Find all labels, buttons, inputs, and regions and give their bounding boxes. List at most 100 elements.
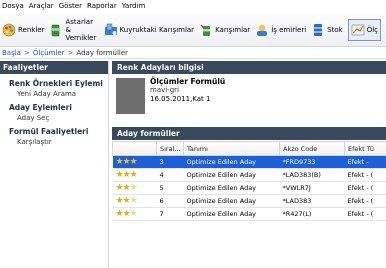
queue-icon — [104, 23, 118, 37]
star-icon: ★ — [115, 196, 124, 206]
info-title: Ölçümler Formülü — [150, 77, 226, 86]
toolbar: Renkler Astarlar & Vernikler Kuyruktaki … — [0, 13, 386, 47]
effect-type-cell: Efekt - ( — [344, 207, 386, 221]
star-icon: ★ — [129, 183, 138, 193]
rating-stars-icon: ★★★ — [115, 170, 138, 180]
candidate-info: Ölçümler Formülü mavi-gri 16.05.2011,Kat… — [112, 74, 386, 127]
akzo-code-cell: *VWLR7J — [279, 181, 345, 195]
stock-icon — [311, 23, 325, 37]
renkler-button[interactable]: Renkler — [2, 19, 44, 41]
star-icon: ★ — [122, 196, 131, 206]
mix-icon — [199, 23, 213, 37]
effect-type-cell: Efekt - ( — [344, 168, 386, 182]
table-row[interactable]: ★★★ 5 Optimize Edilen Aday *VWLR7J Efekt - ( — [112, 181, 386, 195]
description-cell: Optimize Edilen Aday — [183, 155, 280, 169]
karisimlar-label: Karışımlar — [215, 25, 251, 34]
table-row[interactable]: ★★★ 4 Optimize Edilen Aday *LAD383(B) Efekt … — [112, 168, 386, 182]
rating-cell: ★★★ — [112, 181, 157, 195]
description-cell: Optimize Edilen Aday — [183, 207, 280, 221]
rating-stars-icon: ★★★ — [115, 157, 138, 167]
akzo-code-cell: *FRD9733 — [279, 155, 345, 169]
can-icon — [49, 23, 63, 37]
rating-stars-icon: ★★★ — [115, 196, 138, 206]
stok-button[interactable]: Stok — [311, 19, 343, 41]
column-header-rank[interactable]: Sıral... — [156, 141, 184, 156]
kuyruktaki-karisimlar-button[interactable]: Kuyruktaki Karışımlar — [104, 19, 195, 41]
table-row[interactable]: ★★★ 7 Optimize Edilen Aday *R427(L) Efekt - … — [112, 207, 386, 221]
column-header-rating[interactable] — [112, 141, 157, 156]
star-icon: ★ — [115, 157, 124, 167]
menu-item-raporlar[interactable]: Raporlar — [87, 2, 117, 10]
star-icon: ★ — [122, 170, 131, 180]
rank-cell: 6 — [156, 194, 184, 208]
sidebar-group-color-samples: Renk Örnekleri Eylemi — [9, 79, 103, 88]
menu-item-dosya[interactable]: Dosya — [2, 2, 24, 10]
breadcrumb-measurements[interactable]: Ölçümler — [33, 49, 65, 57]
table-header-row: Sıral... Tanımı Akzo Code Efekt Tü — [112, 141, 386, 156]
olc-label: Ölç — [366, 25, 378, 34]
measure-icon — [351, 23, 365, 37]
akzo-code-cell: *LAD383(B) — [279, 168, 345, 182]
sidebar-header: Faaliyetler — [0, 61, 108, 74]
description-cell: Optimize Edilen Aday — [183, 194, 280, 208]
column-header-effect-type[interactable]: Efekt Tü — [344, 141, 386, 156]
menu-item-araclar[interactable]: Araçlar — [29, 2, 54, 10]
renkler-label: Renkler — [18, 25, 45, 34]
rating-cell: ★★★ — [112, 207, 157, 221]
rating-cell: ★★★ — [112, 155, 157, 169]
rating-stars-icon: ★★★ — [115, 183, 138, 193]
akzo-code-cell: *LAD383 — [279, 194, 345, 208]
sidebar-item-new-candidate-search[interactable]: Yeni Aday Arama — [0, 90, 108, 98]
star-icon: ★ — [122, 183, 131, 193]
candidate-formulas-table: Sıral... Tanımı Akzo Code Efekt Tü ★★★ 3 O… — [112, 141, 386, 221]
workorder-icon — [255, 23, 269, 37]
menu-bar: Dosya Araçlar Göster Raporlar Yardım — [0, 0, 386, 12]
rank-cell: 7 — [156, 207, 184, 221]
effect-type-cell: Efekt - ( — [344, 181, 386, 195]
breadcrumb-current: Aday formüller — [76, 49, 129, 57]
star-icon: ★ — [122, 209, 131, 219]
star-icon: ★ — [129, 170, 138, 180]
is-emirleri-button[interactable]: İş emirleri — [255, 19, 306, 41]
star-icon: ★ — [122, 157, 131, 167]
star-icon: ★ — [115, 183, 124, 193]
breadcrumb: Başla > Ölçümler > Aday formüller — [0, 48, 386, 59]
sidebar-item-select-candidate[interactable]: Aday Seç — [0, 114, 108, 122]
astarlar-vernikler-button[interactable]: Astarlar & Vernikler — [49, 17, 98, 42]
stok-label: Stok — [327, 25, 343, 34]
menu-item-yardim[interactable]: Yardım — [122, 2, 146, 10]
activities-sidebar: Faaliyetler Renk Örnekleri Eylemi Yeni A… — [0, 61, 109, 268]
column-header-akzo-code[interactable]: Akzo Code — [279, 141, 345, 156]
breadcrumb-separator: > — [23, 49, 30, 57]
star-icon: ★ — [115, 170, 124, 180]
description-cell: Optimize Edilen Aday — [183, 181, 280, 195]
astarlar-label: Astarlar & Vernikler — [65, 17, 97, 42]
star-icon: ★ — [129, 209, 138, 219]
is-emirleri-label: İş emirleri — [271, 25, 307, 34]
candidate-info-header: Renk Adayları bilgisi — [112, 61, 386, 74]
rating-cell: ★★★ — [112, 194, 157, 208]
breadcrumb-home[interactable]: Başla — [2, 49, 21, 57]
sidebar-group-formula-activities: Formül Faaliyetleri — [9, 127, 89, 136]
column-header-description[interactable]: Tanımı — [183, 141, 280, 156]
rank-cell: 4 — [156, 168, 184, 182]
sidebar-group-candidate-actions: Aday Eylemleri — [9, 103, 72, 112]
breadcrumb-separator: > — [67, 49, 74, 57]
olc-button[interactable]: Ölç — [347, 18, 381, 41]
main-panel: Renk Adayları bilgisi Ölçümler Formülü m… — [112, 61, 386, 268]
star-icon: ★ — [129, 196, 138, 206]
info-subtitle: mavi-gri — [150, 86, 179, 94]
table-row[interactable]: ★★★ 6 Optimize Edilen Aday *LAD383 Efekt - ( — [112, 194, 386, 208]
rating-stars-icon: ★★★ — [115, 209, 138, 219]
karisimlar-button[interactable]: Karışımlar — [199, 19, 250, 41]
rating-cell: ★★★ — [112, 168, 157, 182]
sidebar-item-compare[interactable]: Karşılaştır — [0, 138, 108, 146]
akzo-code-cell: *R427(L) — [279, 207, 345, 221]
effect-type-cell: Efekt - ( — [344, 194, 386, 208]
table-row[interactable]: ★★★ 3 Optimize Edilen Aday *FRD9733 Efekt - — [112, 155, 386, 169]
candidate-formulas-header: Aday formüller — [112, 127, 386, 140]
star-icon: ★ — [115, 209, 124, 219]
star-icon: ★ — [129, 157, 138, 167]
kuyruktaki-label: Kuyruktaki Karışımlar — [119, 25, 195, 34]
menu-item-goster[interactable]: Göster — [59, 2, 82, 10]
